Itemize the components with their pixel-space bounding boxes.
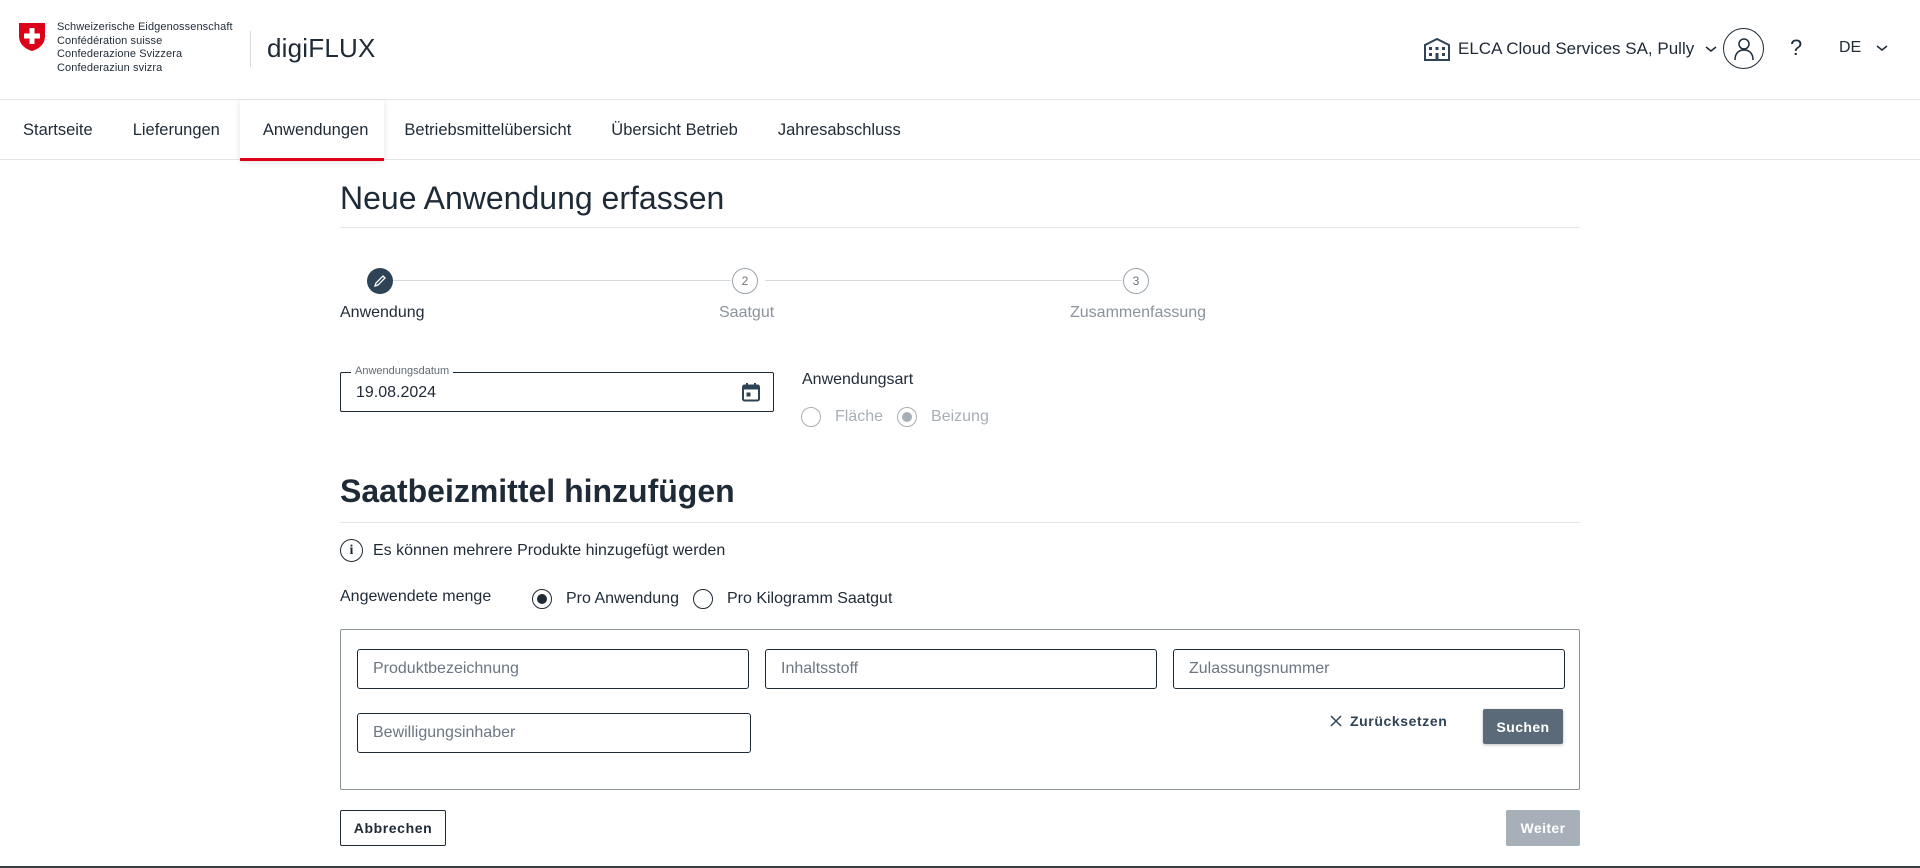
anwendungsart-radio-group: Fläche Beizung (801, 407, 1003, 427)
nav-item-betriebsmitteluebersicht[interactable]: Betriebsmittelübersicht (384, 100, 591, 160)
reset-label: Zurücksetzen (1350, 713, 1448, 729)
info-message: i Es können mehrere Produkte hinzugefügt… (340, 539, 725, 562)
step-2-label: Saatgut (719, 304, 775, 321)
radio-beizung[interactable] (897, 407, 918, 427)
nav-item-uebersicht-betrieb[interactable]: Übersicht Betrieb (591, 100, 758, 160)
info-icon: i (340, 539, 363, 562)
confederation-line: Confederaziun svizra (57, 61, 163, 74)
organization-selector[interactable]: ELCA Cloud Services SA, Pully (1424, 36, 1718, 62)
step-connector (765, 280, 1122, 281)
radio-selected-dot (537, 594, 547, 604)
cancel-button[interactable]: Abbrechen (340, 810, 446, 846)
step-2-indicator[interactable]: 2 (732, 268, 758, 294)
main-navigation: Startseite Lieferungen Anwendungen Betri… (0, 100, 1920, 161)
radio-flaeche-label: Fläche (835, 408, 884, 425)
produktbezeichnung-input[interactable] (357, 649, 749, 689)
nav-item-anwendungen[interactable]: Anwendungen (239, 100, 385, 161)
section-divider (340, 522, 1580, 523)
bewilligungsinhaber-input[interactable] (357, 713, 751, 753)
nav-item-startseite[interactable]: Startseite (0, 100, 113, 160)
anwendungsdatum-field[interactable]: Anwendungsdatum 19.08.2024 (340, 365, 774, 412)
anwendungsdatum-value: 19.08.2024 (356, 384, 437, 401)
nav-item-lieferungen[interactable]: Lieferungen (113, 100, 240, 160)
stepper: Anwendung 2 Saatgut 3 Zusammenfassung (340, 268, 1580, 328)
radio-flaeche[interactable] (801, 407, 821, 427)
chevron-down-icon (1705, 46, 1717, 52)
section-title: Saatbeizmittel hinzufügen (340, 473, 735, 509)
step-1-label: Anwendung (340, 304, 425, 321)
radio-pro-kilogramm-label: Pro Kilogramm Saatgut (726, 590, 893, 607)
swiss-coat-of-arms-icon (19, 23, 45, 51)
app-name[interactable]: digiFLUX (267, 33, 376, 64)
step-3-indicator[interactable]: 3 (1123, 268, 1149, 294)
close-icon (1330, 715, 1342, 727)
zulassungsnummer-input[interactable] (1173, 649, 1565, 689)
radio-beizung-label: Beizung (931, 408, 989, 425)
radio-pro-anwendung[interactable] (532, 589, 552, 609)
app-header: Schweizerische Eidgenossenschaft Confédé… (0, 0, 1920, 100)
header-divider (250, 31, 251, 67)
step-connector (393, 280, 731, 281)
language-selector[interactable]: DE (1839, 39, 1889, 57)
user-icon (1733, 37, 1754, 60)
confederation-line: Confederazione Svizzera (57, 48, 183, 60)
product-search-panel: Zurücksetzen Suchen (340, 629, 1580, 790)
reset-button[interactable]: Zurücksetzen (1330, 713, 1447, 729)
building-icon (1424, 37, 1450, 61)
next-button[interactable]: Weiter (1506, 810, 1580, 846)
nav-item-jahresabschluss[interactable]: Jahresabschluss (758, 100, 921, 160)
calendar-icon[interactable] (741, 382, 761, 402)
title-divider (340, 227, 1580, 228)
help-button[interactable]: ? (1790, 35, 1802, 61)
anwendungsdatum-label: Anwendungsdatum (351, 365, 454, 377)
radio-selected-dot (902, 412, 913, 422)
step-3-label: Zusammenfassung (1070, 304, 1207, 321)
confederation-line: Confédération suisse (57, 34, 163, 47)
anwendungsart-label: Anwendungsart (802, 371, 914, 388)
step-1-indicator[interactable] (367, 268, 393, 294)
organization-label: ELCA Cloud Services SA, Pully (1458, 39, 1695, 58)
page-title: Neue Anwendung erfassen (340, 180, 725, 216)
language-label: DE (1839, 39, 1862, 56)
user-profile-button[interactable] (1723, 28, 1764, 69)
chevron-down-icon (1876, 45, 1888, 51)
info-text: Es können mehrere Produkte hinzugefügt w… (373, 541, 726, 559)
confederation-line: Schweizerische Eidgenossenschaft (57, 21, 233, 33)
menge-radio-group: Pro Anwendung Pro Kilogramm Saatgut (532, 589, 906, 609)
angewendete-menge-label: Angewendete menge (340, 588, 492, 605)
radio-pro-anwendung-label: Pro Anwendung (566, 590, 679, 607)
search-button[interactable]: Suchen (1483, 709, 1563, 744)
pencil-icon (373, 275, 386, 288)
confederation-text: Schweizerische Eidgenossenschaft Confédé… (57, 21, 233, 75)
inhaltsstoff-input[interactable] (765, 649, 1157, 689)
radio-pro-kilogramm[interactable] (692, 589, 713, 609)
